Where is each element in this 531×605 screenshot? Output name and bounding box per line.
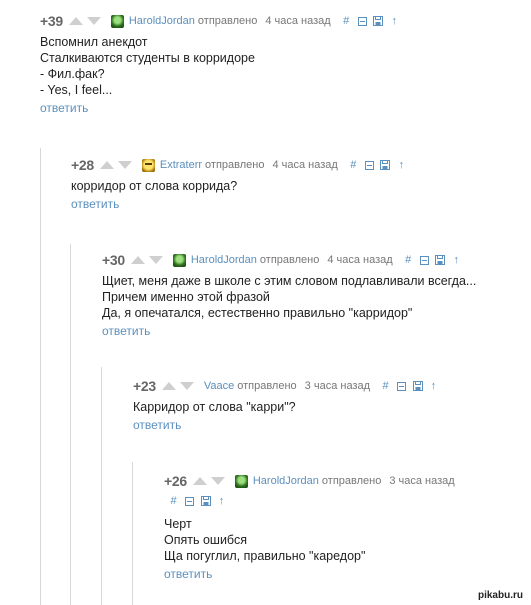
avatar-icon[interactable] — [234, 474, 248, 488]
sent-label: отправлено — [237, 380, 297, 392]
comment-body: корридор от слова коррида? — [71, 178, 523, 194]
collapse-icon[interactable] — [396, 381, 407, 392]
upvote-icon[interactable] — [68, 17, 83, 25]
reply-link[interactable]: ответить — [102, 324, 150, 338]
comment-4: +23 Vaace отправлено 3 часа назад # ↑ Ка… — [133, 377, 523, 434]
go-to-parent-arrow-icon[interactable]: ↑ — [396, 159, 407, 171]
comment-line: Вспомнил анекдот — [40, 35, 148, 49]
avatar-icon[interactable] — [172, 253, 186, 267]
comment-time[interactable]: 3 часа назад — [389, 475, 454, 487]
comment-header: +39 HaroldJordan отправлено 4 часа назад… — [40, 12, 523, 30]
thread-line-3 — [101, 367, 102, 605]
go-to-parent-arrow-icon[interactable]: ↑ — [216, 495, 227, 507]
comment-time[interactable]: 4 часа назад — [272, 159, 337, 171]
upvote-icon[interactable] — [192, 477, 207, 485]
comment-line: Опять ошибся — [164, 533, 247, 547]
comment-actions-row: # ↑ — [164, 492, 523, 510]
comment-time[interactable]: 3 часа назад — [305, 380, 370, 392]
comment-body: Вспомнил анекдот Сталкиваются студенты в… — [40, 34, 523, 98]
sent-label: отправлено — [321, 475, 382, 487]
comment-line: Черт — [164, 517, 192, 531]
collapse-icon[interactable] — [419, 255, 430, 266]
comment-header: +30 HaroldJordan отправлено 4 часа назад… — [102, 251, 523, 269]
comment-line: Щиет, меня даже в школе с этим словом по… — [102, 274, 477, 288]
permalink-hash-icon[interactable]: # — [348, 159, 359, 171]
comment-line: Причем именно этой фразой — [102, 290, 270, 304]
comment-time[interactable]: 4 часа назад — [327, 254, 392, 266]
permalink-hash-icon[interactable]: # — [168, 495, 179, 507]
comment-author[interactable]: Vaace — [204, 380, 234, 392]
upvote-icon[interactable] — [161, 382, 176, 390]
thread-line-1 — [40, 148, 41, 605]
collapse-icon[interactable] — [357, 16, 368, 27]
thread-line-2 — [70, 244, 71, 605]
comment-line: - Фил.фак? — [40, 67, 105, 81]
upvote-icon[interactable] — [99, 161, 114, 169]
comment-score: +39 — [40, 13, 63, 29]
comment-author[interactable]: HaroldJordan — [191, 254, 257, 266]
comment-body: Карридор от слова "карри"? — [133, 399, 523, 415]
sent-label: отправлено — [197, 15, 258, 27]
comment-score: +23 — [133, 378, 156, 394]
go-to-parent-arrow-icon[interactable]: ↑ — [428, 380, 439, 392]
go-to-parent-arrow-icon[interactable]: ↑ — [389, 15, 400, 27]
collapse-icon[interactable] — [184, 496, 195, 507]
comment-line: Сталкиваются студенты в корридоре — [40, 51, 255, 65]
sent-label: отправлено — [205, 159, 265, 171]
comment-header: +28 Extraterr отправлено 4 часа назад # … — [71, 156, 523, 174]
save-icon[interactable] — [435, 255, 446, 266]
save-icon[interactable] — [412, 381, 423, 392]
comment-3: +30 HaroldJordan отправлено 4 часа назад… — [102, 251, 523, 340]
comment-line: корридор от слова коррида? — [71, 179, 238, 193]
go-to-parent-arrow-icon[interactable]: ↑ — [451, 254, 462, 266]
comment-line: Ща погуглил, правильно "каредор" — [164, 549, 366, 563]
comment-5: +26 HaroldJordan отправлено 3 часа назад… — [164, 472, 523, 583]
avatar-icon[interactable] — [110, 14, 124, 28]
permalink-hash-icon[interactable]: # — [341, 15, 352, 27]
comment-author[interactable]: Extraterr — [160, 159, 202, 171]
comment-1: +39 HaroldJordan отправлено 4 часа назад… — [40, 12, 523, 117]
reply-link[interactable]: ответить — [164, 567, 212, 581]
comment-header: +23 Vaace отправлено 3 часа назад # ↑ — [133, 377, 523, 395]
save-icon[interactable] — [380, 160, 391, 171]
downvote-icon[interactable] — [179, 382, 194, 390]
save-icon[interactable] — [373, 16, 384, 27]
downvote-icon[interactable] — [117, 161, 132, 169]
comment-time[interactable]: 4 часа назад — [265, 15, 330, 27]
reply-link[interactable]: ответить — [133, 418, 181, 432]
comment-2: +28 Extraterr отправлено 4 часа назад # … — [71, 156, 523, 213]
comment-score: +28 — [71, 157, 94, 173]
downvote-icon[interactable] — [86, 17, 101, 25]
comment-score: +26 — [164, 473, 187, 489]
comment-header: +26 HaroldJordan отправлено 3 часа назад — [164, 472, 523, 490]
reply-link[interactable]: ответить — [71, 197, 119, 211]
comment-author[interactable]: HaroldJordan — [253, 475, 319, 487]
comment-score: +30 — [102, 252, 125, 268]
save-icon[interactable] — [200, 496, 211, 507]
avatar-icon[interactable] — [141, 158, 155, 172]
site-watermark: pikabu.ru — [475, 590, 525, 601]
comment-line: Да, я опечатался, естественно правильно … — [102, 306, 413, 320]
permalink-hash-icon[interactable]: # — [403, 254, 414, 266]
comment-body: Щиет, меня даже в школе с этим словом по… — [102, 273, 523, 321]
reply-link[interactable]: ответить — [40, 101, 88, 115]
upvote-icon[interactable] — [130, 256, 145, 264]
comment-author[interactable]: HaroldJordan — [129, 15, 195, 27]
thread-line-4 — [132, 462, 133, 605]
sent-label: отправлено — [259, 254, 320, 266]
downvote-icon[interactable] — [210, 477, 225, 485]
downvote-icon[interactable] — [148, 256, 163, 264]
comment-body: Черт Опять ошибся Ща погуглил, правильно… — [164, 516, 523, 564]
collapse-icon[interactable] — [364, 160, 375, 171]
permalink-hash-icon[interactable]: # — [380, 380, 391, 392]
comment-line: Карридор от слова "карри"? — [133, 400, 296, 414]
comment-line: - Yes, I feel... — [40, 83, 113, 97]
